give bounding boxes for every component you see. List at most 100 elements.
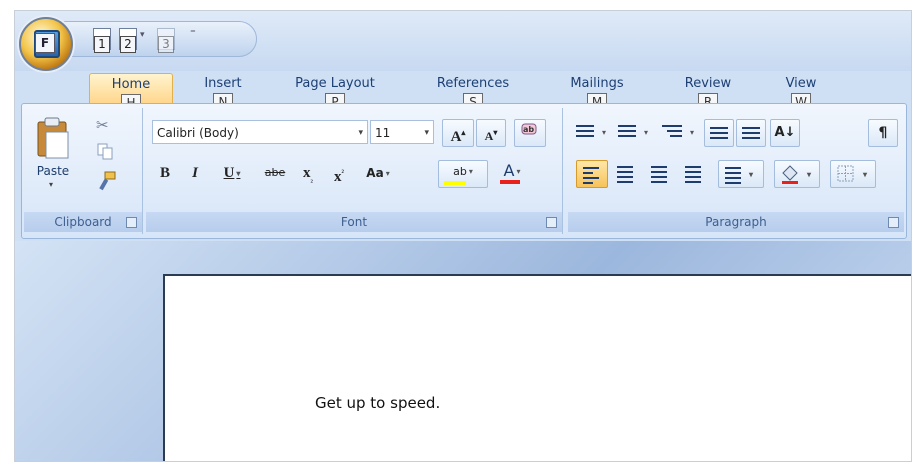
chevron-down-icon: ▾ (236, 168, 241, 178)
underline-label: U (223, 165, 235, 181)
tab-review[interactable]: Review R (675, 73, 741, 111)
change-case-button[interactable]: Aa ▾ (358, 160, 398, 186)
save-keytip: 1 (94, 36, 110, 53)
chevron-down-icon: ▾ (749, 170, 754, 179)
align-left-icon (583, 164, 599, 187)
sort-label: A↓ (774, 125, 796, 140)
tab-view[interactable]: View W (775, 73, 827, 111)
undo-dropdown-icon[interactable]: ▾ (140, 30, 148, 40)
tab-home[interactable]: Home H (89, 73, 173, 112)
borders-button[interactable]: ▾ (830, 160, 876, 188)
align-right-icon (651, 163, 667, 186)
shading-button[interactable]: ▾ (774, 160, 820, 188)
shrink-font-button[interactable]: A▾ (476, 119, 506, 147)
paste-dropdown-icon: ▾ (49, 180, 54, 189)
chevron-down-icon: ▾ (385, 168, 390, 178)
cut-icon[interactable]: ✂ (96, 116, 116, 136)
undo-button[interactable]: 2 (116, 28, 138, 53)
svg-text:ab: ab (523, 125, 534, 134)
borders-icon (837, 165, 854, 182)
change-case-label: Aa (366, 166, 384, 180)
document-page[interactable]: Get up to speed. (163, 274, 911, 461)
font-group: Calibri (Body) ▾ 11 ▾ A▴ A▾ ab B I U ▾ ab… (146, 108, 563, 234)
chevron-down-icon: ▾ (644, 128, 649, 137)
italic-button[interactable]: I (184, 160, 206, 186)
customize-toolbar-icon[interactable]: ⁼ (190, 26, 198, 39)
highlight-label: ab (453, 165, 467, 178)
highlight-button[interactable]: ab ▾ (438, 160, 488, 188)
strikethrough-label: abe (264, 166, 286, 179)
justify-icon (685, 163, 701, 186)
clipboard-group: Paste ▾ ✂ Clipboard (24, 108, 143, 234)
tab-label: References (436, 76, 510, 91)
redo-keytip: 3 (158, 36, 174, 53)
numbering-button[interactable]: ▾ (616, 120, 656, 146)
paragraph-group: ▾ ▾ ▾ A↓ ¶ ▾ ▾ ▾ Paragraph (568, 108, 904, 234)
document-body-text[interactable]: Get up to speed. (315, 394, 440, 412)
font-name-combo[interactable]: Calibri (Body) ▾ (152, 120, 368, 144)
line-spacing-button[interactable]: ▾ (718, 160, 764, 188)
redo-button[interactable]: 3 (154, 28, 176, 53)
eraser-icon: ab (521, 123, 537, 135)
multilevel-list-icon (662, 122, 682, 140)
grow-font-label: A (450, 129, 462, 145)
show-hide-marks-button[interactable]: ¶ (868, 119, 898, 147)
font-color-button[interactable]: A ▾ (492, 160, 532, 186)
grow-font-button[interactable]: A▴ (442, 119, 474, 147)
font-color-label: A (503, 161, 515, 180)
clipboard-dialog-launcher[interactable] (126, 217, 137, 228)
align-center-button[interactable] (610, 160, 640, 186)
tab-label: Insert (204, 76, 242, 91)
tab-label: Mailings (570, 76, 624, 91)
chevron-down-icon: ▾ (516, 166, 521, 176)
align-center-icon (617, 163, 633, 186)
bullets-icon (576, 122, 594, 140)
font-color-swatch (500, 180, 520, 184)
group-label: Font (340, 215, 368, 229)
copy-icon[interactable] (96, 142, 116, 162)
bold-button[interactable]: B (154, 160, 176, 186)
multilevel-list-button[interactable]: ▾ (660, 120, 700, 146)
pilcrow-label: ¶ (878, 125, 888, 141)
format-painter-icon[interactable] (96, 170, 118, 192)
tab-insert[interactable]: Insert N (193, 73, 253, 111)
paragraph-group-label: Paragraph (568, 212, 904, 232)
superscript-label: x (334, 169, 342, 185)
paste-button[interactable]: Paste ▾ (32, 116, 74, 196)
paragraph-dialog-launcher[interactable] (888, 217, 899, 228)
strikethrough-button[interactable]: abe (258, 160, 292, 186)
chevron-down-icon: ▾ (863, 170, 868, 179)
clear-formatting-button[interactable]: ab (514, 119, 546, 147)
superscript-button[interactable]: x² (326, 160, 352, 186)
tab-page-layout[interactable]: Page Layout P (283, 73, 387, 111)
sort-button[interactable]: A↓ (770, 119, 800, 147)
chevron-down-icon: ▾ (690, 128, 695, 137)
office-button[interactable]: F (19, 17, 73, 71)
underline-button[interactable]: U ▾ (214, 160, 250, 186)
ribbon: Paste ▾ ✂ Clipboard Calibri (Body) ▾ 11 … (21, 103, 907, 239)
word-window: 1 2 ▾ 3 ⁼ F Home H Insert N P (14, 10, 912, 462)
increase-indent-icon (742, 124, 760, 142)
font-dialog-launcher[interactable] (546, 217, 557, 228)
save-button[interactable]: 1 (90, 28, 112, 53)
office-button-keytip: F (35, 33, 55, 53)
chevron-down-icon: ▾ (807, 170, 812, 179)
increase-indent-button[interactable] (736, 119, 766, 147)
tab-references[interactable]: References S (425, 73, 521, 111)
undo-keytip: 2 (120, 36, 136, 53)
bullets-button[interactable]: ▾ (574, 120, 614, 146)
subscript-button[interactable]: x₂ (296, 160, 320, 186)
align-left-button[interactable] (576, 160, 608, 188)
group-label: Clipboard (54, 215, 112, 229)
tab-label: Page Layout (295, 76, 375, 91)
tab-mailings[interactable]: Mailings M (561, 73, 633, 111)
line-spacing-icon (725, 164, 741, 187)
highlight-color-swatch (444, 181, 466, 185)
justify-button[interactable] (678, 160, 708, 186)
tab-label: Home (111, 77, 151, 92)
font-size-combo[interactable]: 11 ▾ (370, 120, 434, 144)
chevron-down-icon: ▾ (424, 128, 429, 138)
bold-label: B (159, 165, 170, 181)
decrease-indent-button[interactable] (704, 119, 734, 147)
align-right-button[interactable] (644, 160, 674, 186)
